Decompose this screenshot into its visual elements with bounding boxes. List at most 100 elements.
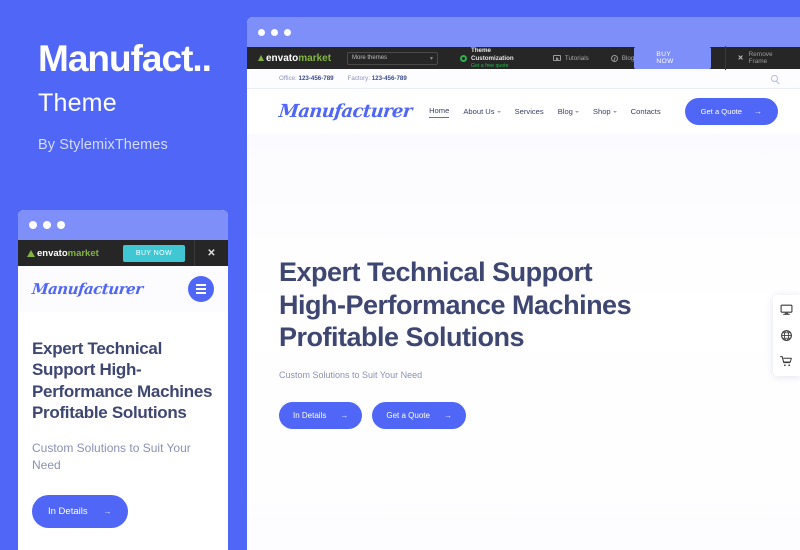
office-phone: Office: 123-456-789: [279, 75, 334, 82]
envato-leaf-icon: [258, 55, 264, 61]
desktop-preview-window: envato market More themes ▾ Theme Custom…: [247, 17, 800, 550]
mobile-envato-logo-secondary: market: [67, 247, 99, 259]
arrow-right-icon: →: [103, 507, 112, 517]
nav-item-blog[interactable]: Blog: [558, 107, 579, 116]
mobile-buy-now-button[interactable]: BUY NOW: [122, 244, 185, 262]
promo-subtitle: Theme: [38, 88, 117, 117]
hero-get-a-quote-label: Get a Quote: [386, 410, 430, 420]
mobile-hero-section: Expert Technical Support High-Performanc…: [18, 312, 228, 529]
window-dot-close[interactable]: [258, 28, 265, 36]
window-dot-maximize[interactable]: [284, 28, 291, 36]
hamburger-menu-button[interactable]: [188, 276, 214, 302]
more-themes-label: More themes: [352, 55, 388, 61]
mobile-site-logo[interactable]: Manufacturer: [31, 280, 144, 298]
hero-heading-line-3: Profitable Solutions: [279, 322, 525, 353]
nav-item-shop[interactable]: Shop: [593, 107, 617, 116]
mobile-titlebar: [18, 210, 228, 240]
tutorials-link[interactable]: Tutorials: [552, 54, 589, 62]
close-icon: ✕: [737, 55, 744, 62]
monitor-icon[interactable]: [780, 303, 793, 316]
mobile-close-button[interactable]: ✕: [194, 240, 228, 266]
more-themes-select[interactable]: More themes ▾: [347, 51, 438, 65]
mobile-envato-market-logo[interactable]: envato market: [27, 248, 99, 259]
tutorials-label: Tutorials: [564, 54, 589, 62]
office-label: Office:: [279, 75, 297, 82]
arrow-right-icon: →: [443, 410, 452, 420]
nav-item-services[interactable]: Services: [515, 107, 544, 116]
nav-label-services: Services: [514, 107, 544, 116]
primary-nav: Home About Us Services Blog Shop Contact…: [429, 98, 778, 125]
office-number[interactable]: 123-456-789: [299, 75, 334, 82]
nav-label-shop: Shop: [592, 107, 611, 116]
mobile-envato-logo-primary: envato: [37, 247, 68, 259]
cart-icon[interactable]: [780, 355, 793, 368]
theme-customization-subtitle: Get a free quote: [471, 62, 509, 69]
mobile-preview-window: envato market BUY NOW ✕ Manufacturer Exp…: [18, 210, 228, 550]
hamburger-line: [196, 284, 206, 286]
gear-icon: [460, 54, 467, 62]
theme-customization-link[interactable]: Theme Customization Get a free quote: [460, 47, 531, 69]
chevron-down-icon: ▾: [429, 55, 433, 62]
mobile-hero-heading: Expert Technical Support High-Performanc…: [32, 339, 213, 423]
remove-frame-button[interactable]: ✕ Remove Frame: [724, 46, 800, 70]
hero-heading: Expert Technical Support High-Performanc…: [279, 256, 800, 354]
hero-subtitle: Custom Solutions to Suit Your Need: [279, 369, 423, 380]
globe-icon[interactable]: [780, 329, 793, 342]
get-a-quote-label: Get a Quote: [700, 107, 742, 116]
floating-dock: [773, 295, 800, 376]
blog-label: Blog: [621, 54, 635, 62]
in-details-label: In Details: [293, 410, 327, 420]
arrow-right-icon: →: [340, 410, 349, 420]
chevron-down-icon: [574, 110, 579, 113]
in-details-button[interactable]: In Details →: [279, 401, 363, 429]
mobile-window-dot-minimize[interactable]: [43, 221, 51, 229]
mobile-in-details-label: In Details: [48, 506, 88, 518]
factory-phone: Factory: 123-456-789: [348, 75, 407, 82]
get-a-quote-button[interactable]: Get a Quote →: [684, 98, 778, 125]
envato-logo-secondary: market: [298, 52, 332, 64]
search-icon[interactable]: [771, 75, 778, 82]
mobile-envato-market-bar: envato market BUY NOW ✕: [18, 240, 228, 266]
factory-number[interactable]: 123-456-789: [372, 75, 407, 82]
arrow-right-icon: →: [754, 107, 762, 116]
contact-bar: Office: 123-456-789 Factory: 123-456-789: [247, 69, 800, 89]
hero-button-group: In Details → Get a Quote →: [279, 401, 800, 429]
site-logo[interactable]: Manufacturer: [278, 101, 413, 122]
nav-item-about-us[interactable]: About Us: [463, 107, 501, 116]
chevron-down-icon: [612, 110, 617, 113]
hero-heading-line-2: High-Performance Machines: [279, 289, 632, 320]
mobile-window-dot-close[interactable]: [29, 221, 37, 229]
mobile-hero-subtitle: Custom Solutions to Suit Your Need: [32, 440, 191, 473]
hero-section: Expert Technical Support High-Performanc…: [247, 134, 800, 550]
remove-frame-label: Remove Frame: [748, 51, 773, 65]
promo-author: By StylemixThemes: [38, 136, 168, 153]
factory-label: Factory:: [347, 75, 370, 82]
hero-heading-line-1: Expert Technical Support: [279, 257, 593, 287]
nav-label-about-us: About Us: [463, 107, 495, 116]
hamburger-line: [196, 288, 206, 290]
envato-market-bar: envato market More themes ▾ Theme Custom…: [247, 46, 800, 70]
envato-logo-primary: envato: [266, 52, 299, 64]
site-navbar: Manufacturer Home About Us Services Blog…: [247, 89, 800, 134]
theme-customization-title: Theme Customization: [471, 47, 514, 62]
envato-leaf-icon: [27, 249, 35, 257]
nav-label-contacts: Contacts: [630, 107, 661, 116]
mobile-window-dot-maximize[interactable]: [57, 221, 65, 229]
promo-title: Manufact..: [38, 38, 212, 79]
wordpress-icon: [610, 54, 618, 62]
desktop-titlebar: [247, 17, 800, 47]
envato-market-logo[interactable]: envato market: [258, 53, 331, 64]
window-dot-minimize[interactable]: [271, 28, 278, 36]
blog-link[interactable]: Blog: [610, 54, 635, 62]
nav-label-home: Home: [429, 105, 450, 115]
hamburger-line: [196, 292, 206, 294]
mobile-navbar: Manufacturer: [18, 266, 228, 312]
buy-now-button[interactable]: BUY NOW: [634, 47, 711, 69]
hero-get-a-quote-button[interactable]: Get a Quote →: [372, 401, 466, 429]
nav-label-blog: Blog: [557, 107, 573, 116]
mobile-in-details-button[interactable]: In Details →: [32, 495, 128, 529]
nav-item-contacts[interactable]: Contacts: [631, 107, 661, 116]
nav-item-home[interactable]: Home: [429, 105, 450, 118]
video-icon: [552, 55, 561, 61]
chevron-down-icon: [496, 110, 501, 113]
